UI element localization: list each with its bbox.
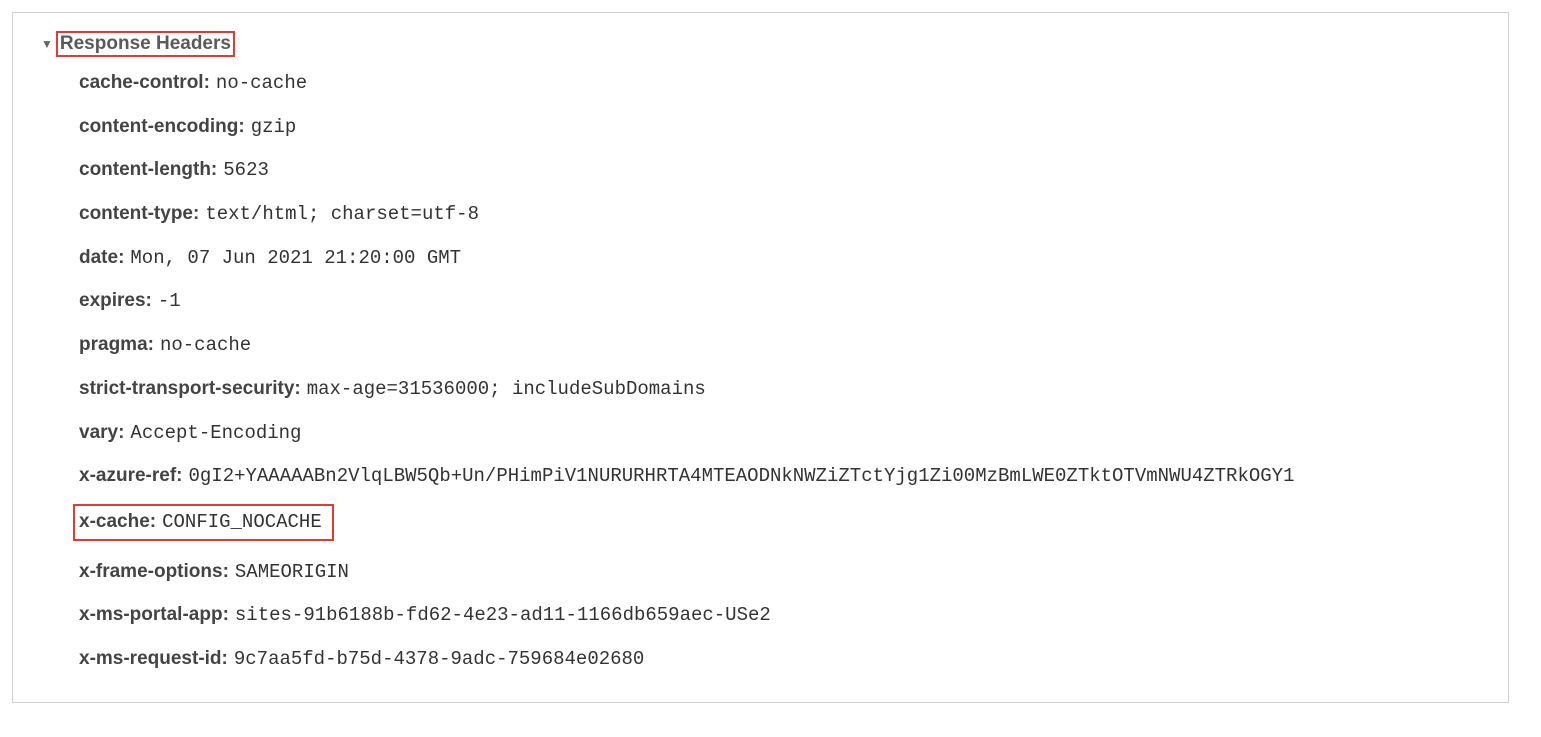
header-value: text/html; charset=utf-8 (205, 203, 479, 225)
header-x-ms-portal-app: x-ms-portal-app: sites-91b6188b-fd62-4e23… (79, 603, 771, 628)
header-name: vary: (79, 422, 124, 443)
header-content-type: content-type: text/html; charset=utf-8 (79, 202, 479, 227)
header-name: x-cache: (79, 511, 156, 532)
header-content-encoding: content-encoding: gzip (79, 115, 296, 140)
header-value: no-cache (216, 72, 307, 94)
header-content-length: content-length: 5623 (79, 158, 269, 183)
header-x-frame-options: x-frame-options: SAMEORIGIN (79, 560, 349, 585)
header-name: cache-control: (79, 72, 210, 93)
header-value: 9c7aa5fd-b75d-4378-9adc-759684e02680 (234, 648, 644, 670)
header-value: Mon, 07 Jun 2021 21:20:00 GMT (130, 247, 461, 269)
header-name: strict-transport-security: (79, 378, 301, 399)
header-cache-control: cache-control: no-cache (79, 71, 307, 96)
header-value: Accept-Encoding (130, 422, 301, 444)
header-x-ms-request-id: x-ms-request-id: 9c7aa5fd-b75d-4378-9adc-… (79, 647, 644, 672)
header-value: 5623 (223, 159, 269, 181)
section-header[interactable]: ▼ Response Headers (41, 31, 235, 57)
header-value: no-cache (160, 334, 251, 356)
header-name: x-ms-portal-app: (79, 604, 229, 625)
header-pragma: pragma: no-cache (79, 333, 251, 358)
header-name: content-length: (79, 159, 217, 180)
section-title: Response Headers (56, 31, 235, 57)
header-value: 0gI2+YAAAAABn2VlqLBW5Qb+Un/PHimPiV1NURUR… (188, 465, 1294, 487)
header-value: CONFIG_NOCACHE (162, 511, 322, 533)
header-value: gzip (251, 116, 297, 138)
header-name: pragma: (79, 334, 154, 355)
header-value: SAMEORIGIN (235, 561, 349, 583)
header-expires: expires: -1 (79, 289, 181, 314)
headers-panel: ▼ Response Headers cache-control: no-cach… (12, 12, 1509, 703)
header-name: x-frame-options: (79, 561, 229, 582)
header-value: sites-91b6188b-fd62-4e23-ad11-1166db659a… (235, 604, 771, 626)
header-name: expires: (79, 290, 152, 311)
header-value: max-age=31536000; includeSubDomains (307, 378, 706, 400)
header-x-cache: x-cache: CONFIG_NOCACHE (73, 504, 334, 541)
header-name: content-type: (79, 203, 199, 224)
collapse-triangle-icon[interactable]: ▼ (41, 37, 53, 51)
header-name: date: (79, 247, 124, 268)
header-name: x-ms-request-id: (79, 648, 228, 669)
header-strict-transport-security: strict-transport-security: max-age=315360… (79, 377, 706, 402)
response-headers-list: cache-control: no-cache content-encoding:… (31, 71, 1490, 672)
header-date: date: Mon, 07 Jun 2021 21:20:00 GMT (79, 246, 461, 271)
header-x-azure-ref: x-azure-ref: 0gI2+YAAAAABn2VlqLBW5Qb+Un/P… (79, 464, 1294, 489)
header-name: x-azure-ref: (79, 465, 182, 486)
header-value: -1 (158, 290, 181, 312)
header-vary: vary: Accept-Encoding (79, 421, 301, 446)
header-name: content-encoding: (79, 116, 245, 137)
